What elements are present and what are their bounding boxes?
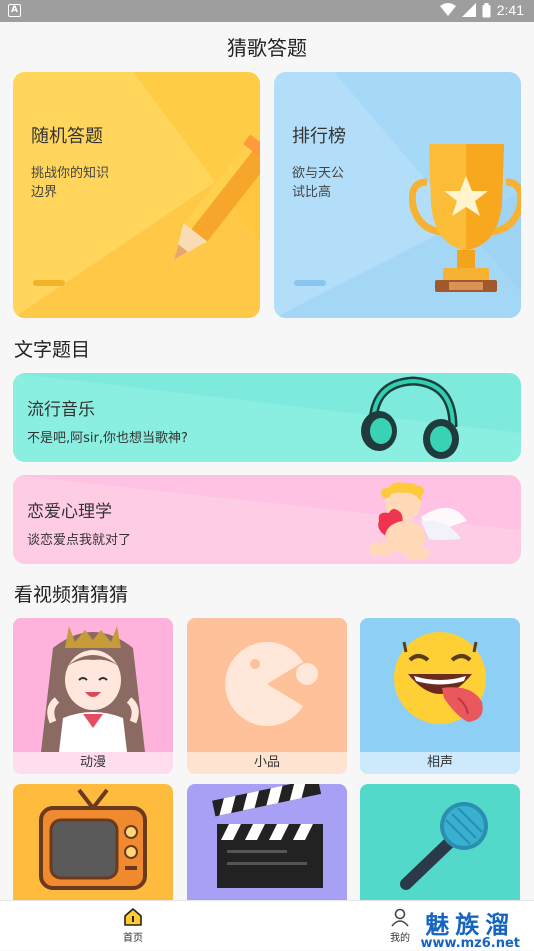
notification-icon: A bbox=[8, 4, 21, 17]
cupid-icon bbox=[369, 482, 467, 560]
tab-label: 首页 bbox=[123, 933, 143, 944]
signal-icon bbox=[461, 3, 476, 17]
ranking-card[interactable]: 排行榜 欲与天公试比高 bbox=[274, 72, 521, 318]
status-bar: A 2:41 bbox=[0, 0, 534, 22]
video-tile-crosstalk[interactable]: 相声 bbox=[360, 618, 520, 774]
pacman-icon bbox=[225, 642, 318, 726]
topic-title: 恋爱心理学 bbox=[27, 502, 112, 522]
anime-girl-icon bbox=[41, 626, 145, 752]
section-title-label: 看视频猜猜猜 bbox=[14, 584, 129, 606]
card-indicator bbox=[33, 280, 65, 286]
video-tile-movie[interactable] bbox=[187, 784, 347, 900]
video-tile-anime[interactable]: 动漫 bbox=[13, 618, 173, 774]
random-quiz-card[interactable]: 随机答题 挑战你的知识边界 bbox=[13, 72, 260, 318]
microphone-icon bbox=[400, 802, 488, 890]
topic-subtitle: 不是吧,阿sir,你也想当歌神? bbox=[27, 431, 188, 446]
video-tile-skit[interactable]: 小品 bbox=[187, 618, 347, 774]
watermark-brand: 魅族溜 bbox=[425, 910, 516, 939]
topic-love-psychology[interactable]: 恋爱心理学 谈恋爱点我就对了 bbox=[13, 475, 521, 564]
video-tile-microphone[interactable] bbox=[360, 784, 520, 900]
status-icons: 2:41 bbox=[439, 2, 524, 18]
section-title-label: 文字题目 bbox=[14, 339, 91, 361]
card-indicator bbox=[294, 280, 326, 286]
user-icon bbox=[391, 908, 409, 927]
wifi-icon bbox=[439, 3, 456, 16]
random-quiz-title: 随机答题 bbox=[31, 126, 103, 147]
clapperboard-icon bbox=[212, 784, 323, 888]
trophy-icon bbox=[409, 144, 521, 292]
tab-home[interactable]: 首页 bbox=[103, 907, 163, 944]
watermark-url: www.mz6.net bbox=[420, 936, 520, 951]
topic-pop-music[interactable]: 流行音乐 不是吧,阿sir,你也想当歌神? bbox=[13, 373, 521, 462]
laughing-face-icon bbox=[394, 632, 486, 724]
tv-icon bbox=[39, 788, 147, 890]
headphones-icon bbox=[361, 376, 459, 459]
page-title: 猜歌答题 bbox=[227, 36, 307, 60]
topic-subtitle: 谈恋爱点我就对了 bbox=[27, 533, 132, 548]
tile-label: 小品 bbox=[187, 752, 347, 774]
tile-label: 相声 bbox=[360, 752, 520, 774]
tab-label: 我的 bbox=[390, 933, 410, 944]
tile-label: 动漫 bbox=[13, 752, 173, 774]
section-title-video: 看视频猜猜猜 bbox=[14, 580, 128, 607]
ranking-title: 排行榜 bbox=[292, 126, 346, 147]
watermark: 魅族溜 www.mz6.net bbox=[420, 905, 520, 951]
home-icon bbox=[124, 908, 142, 926]
pencil-icon bbox=[173, 135, 260, 260]
video-tile-tv[interactable] bbox=[13, 784, 173, 900]
clock: 2:41 bbox=[496, 2, 524, 18]
random-quiz-subtitle: 挑战你的知识边界 bbox=[31, 166, 110, 200]
topic-title: 流行音乐 bbox=[27, 400, 95, 420]
section-title-text-topics: 文字题目 bbox=[14, 335, 90, 362]
battery-icon bbox=[482, 2, 491, 17]
ranking-subtitle: 欲与天公试比高 bbox=[292, 166, 345, 200]
